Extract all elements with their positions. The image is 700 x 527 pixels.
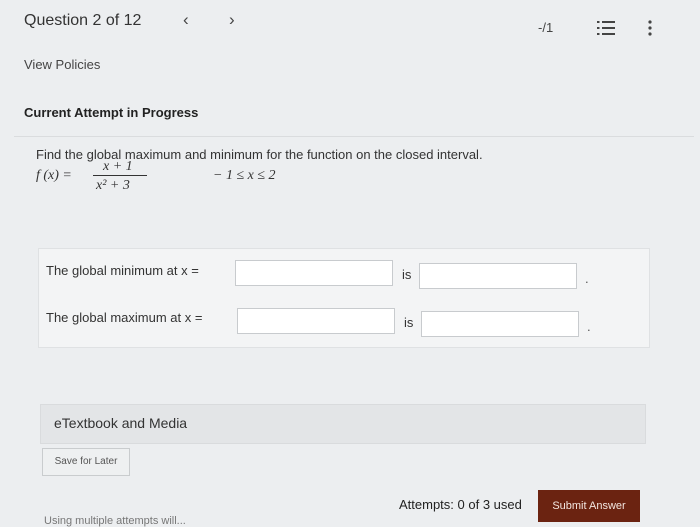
save-for-later-button[interactable]: Save for Later [42,448,130,476]
view-policies-link[interactable]: View Policies [24,57,100,72]
footer-note: Using multiple attempts will... [44,515,186,527]
score-display: -/1 [538,20,554,35]
global-max-x-input[interactable] [237,308,395,334]
global-min-x-input[interactable] [235,260,393,286]
etextbook-panel[interactable]: eTextbook and Media [40,404,646,444]
answer-panel: The global minimum at x = is . The globa… [38,248,650,348]
global-min-value-input[interactable] [419,263,577,289]
is-label-max: is [404,315,414,330]
period-max: . [587,319,591,334]
function-denominator: x² + 3 [96,178,130,193]
global-min-label: The global minimum at x = [46,263,199,278]
function-numerator: x + 1 [103,159,133,174]
period-min: . [585,271,589,286]
global-max-value-input[interactable] [421,311,579,337]
is-label-min: is [402,267,412,282]
question-title: Question 2 of 12 [24,12,142,29]
more-options-icon[interactable] [647,20,653,36]
function-lhs: f (x) = [36,168,72,183]
question-list-icon[interactable] [597,20,615,36]
submit-answer-button[interactable]: Submit Answer [538,490,640,522]
top-bar: Question 2 of 12 ‹ › -/1 [0,0,700,45]
attempts-counter: Attempts: 0 of 3 used [399,497,522,512]
etextbook-label: eTextbook and Media [54,415,188,431]
chevron-right-icon[interactable]: › [229,10,235,30]
interval: − 1 ≤ x ≤ 2 [213,168,276,183]
divider [14,136,694,137]
fraction-bar [93,175,147,176]
chevron-left-icon[interactable]: ‹ [183,10,189,30]
global-max-label: The global maximum at x = [46,310,203,325]
attempt-heading: Current Attempt in Progress [24,105,199,120]
